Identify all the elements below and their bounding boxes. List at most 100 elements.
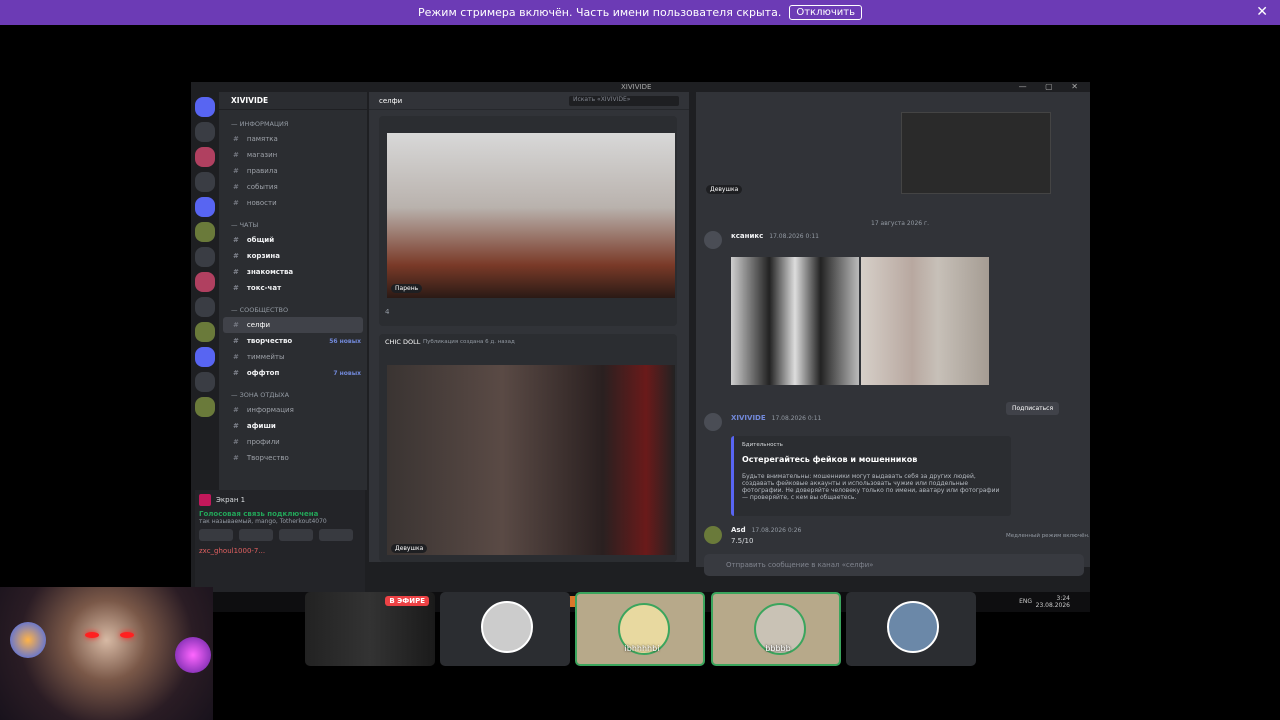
shared-screen[interactable]: XIVIVIDE — ▢ ✕ XIVIVIDE — ИНФОРМАЦИЯ # па…	[191, 82, 1090, 612]
thread-header	[696, 92, 1090, 110]
close-icon[interactable]: ✕	[1256, 4, 1268, 20]
feed-header: селфи Искать «XIVIVIDE»	[369, 92, 689, 110]
avatar[interactable]	[704, 231, 722, 249]
server-icon[interactable]	[195, 222, 215, 242]
date-divider: 17 августа 2026 г.	[871, 220, 930, 227]
channel-sidebar: XIVIVIDE — ИНФОРМАЦИЯ # памятка # магазин …	[219, 92, 367, 490]
webcam-tile[interactable]	[0, 587, 213, 720]
channel-item[interactable]: # оффтоп 7 новых	[219, 365, 367, 381]
streamer-mode-banner: Режим стримера включён. Часть имени поль…	[0, 0, 1280, 25]
subscribe-button[interactable]: Подписаться	[1006, 402, 1060, 415]
server-icon[interactable]	[195, 297, 215, 317]
participant-tile[interactable]	[846, 592, 976, 666]
window-title: XIVIVIDE	[621, 83, 652, 91]
clock[interactable]: 3:24 23.08.2026	[1036, 595, 1070, 609]
channel-item[interactable]: # события	[219, 179, 367, 195]
channel-item[interactable]: # токс-чат	[219, 280, 367, 296]
category-community[interactable]: — СООБЩЕСТВО	[231, 306, 367, 314]
message-attachments[interactable]	[731, 257, 989, 385]
avatar[interactable]	[704, 526, 722, 544]
post-published: Публикация создана 6 д. назад	[423, 339, 515, 345]
participant-name: bbbbb	[765, 644, 791, 653]
message-input[interactable]: Отправить сообщение в канал «селфи»	[704, 554, 1084, 576]
stream-preview-tile[interactable]: В ЭФИРЕ	[305, 592, 435, 666]
server-icon[interactable]	[195, 372, 215, 392]
channel-item[interactable]: # профили	[219, 434, 367, 450]
post-image[interactable]	[387, 133, 675, 298]
embed-title: Остерегайтесь фейков и мошенников	[742, 455, 918, 464]
voice-panel: Экран 1 Голосовая связь подключена так н…	[195, 490, 365, 595]
channel-title: селфи	[379, 96, 403, 105]
message-text: 7.5/10	[731, 537, 754, 545]
server-icon[interactable]	[195, 197, 215, 217]
channel-item[interactable]: # тиммейты	[219, 349, 367, 365]
language-indicator[interactable]: ENG	[1019, 598, 1032, 605]
forum-post[interactable]: CHIC DOLL Публикация создана 6 д. назад …	[379, 334, 677, 562]
banner-text: Режим стримера включён. Часть имени поль…	[418, 6, 782, 19]
post-author[interactable]: CHIC DOLL	[385, 338, 420, 346]
channel-item[interactable]: # общий	[219, 232, 367, 248]
forum-feed: селфи Искать «XIVIVIDE» Парень 4 CHIC DO…	[369, 92, 689, 562]
channel-item[interactable]: # знакомства	[219, 264, 367, 280]
message-header: Asd 17.08.2026 0:26	[731, 526, 802, 534]
participant-tile-speaking[interactable]: ibhhhhbi	[575, 592, 705, 666]
category-chill[interactable]: — ЗОНА ОТДЫХА	[231, 391, 367, 399]
soundboard-button[interactable]	[319, 529, 353, 541]
server-icon[interactable]	[195, 322, 215, 342]
stream-stage: XIVIVIDE — ▢ ✕ XIVIVIDE — ИНФОРМАЦИЯ # па…	[0, 25, 1280, 720]
reaction-count[interactable]: 4	[385, 308, 389, 316]
category-info[interactable]: — ИНФОРМАЦИЯ	[231, 120, 367, 128]
channel-item-selected[interactable]: # селфи	[223, 317, 363, 333]
server-icon[interactable]	[195, 397, 215, 417]
server-icon[interactable]	[195, 347, 215, 367]
channel-item[interactable]: # новости	[219, 195, 367, 211]
stream-thumbnail	[901, 112, 1051, 194]
channel-item[interactable]: # правила	[219, 163, 367, 179]
channel-item[interactable]: # информация	[219, 402, 367, 418]
server-name[interactable]: XIVIVIDE	[219, 92, 367, 110]
screen-share-button[interactable]	[239, 529, 273, 541]
embed-text: Будьте внимательны: мошенники могут выда…	[742, 473, 1000, 501]
server-icon[interactable]	[195, 272, 215, 292]
current-username[interactable]: zxc_ghoul1000-7...	[199, 547, 361, 555]
orb-left	[10, 622, 46, 658]
post-tag[interactable]: Парень	[391, 284, 423, 293]
server-icon[interactable]	[195, 172, 215, 192]
server-icon[interactable]	[195, 147, 215, 167]
voice-connected[interactable]: Голосовая связь подключена	[199, 510, 361, 518]
activity-button[interactable]	[279, 529, 313, 541]
channel-item[interactable]: # творчество 56 новых	[219, 333, 367, 349]
post-tag[interactable]: Девушка	[391, 544, 428, 553]
forum-post[interactable]: Парень 4	[379, 116, 677, 326]
channel-item[interactable]: # корзина	[219, 248, 367, 264]
server-icon[interactable]	[195, 122, 215, 142]
live-badge: В ЭФИРЕ	[385, 596, 429, 606]
thread-panel: Девушка 17 августа 2026 г. ксаникс 17.08.…	[696, 92, 1090, 576]
channel-item[interactable]: # афиши	[219, 418, 367, 434]
window-titlebar: XIVIVIDE — ▢ ✕	[191, 82, 1090, 92]
channel-item[interactable]: # магазин	[219, 147, 367, 163]
participant-name: ibhhhhbi	[624, 644, 660, 653]
window-controls[interactable]: — ▢ ✕	[1019, 82, 1086, 91]
channel-item[interactable]: # Творчество	[219, 450, 367, 466]
attachment-image[interactable]	[861, 257, 989, 385]
warning-embed: Бдительность Остерегайтесь фейков и моше…	[731, 436, 1011, 516]
search-input[interactable]: Искать «XIVIVIDE»	[569, 95, 679, 106]
home-icon[interactable]	[195, 97, 215, 117]
bot-avatar[interactable]	[704, 413, 722, 431]
webcam-eye	[120, 632, 134, 638]
category-chats[interactable]: — ЧАТЫ	[231, 221, 367, 229]
participant-tile-speaking[interactable]: bbbbb	[711, 592, 841, 666]
orb-right	[175, 637, 211, 673]
bot-message-header: XIVIVIDE 17.08.2026 0:11	[731, 414, 822, 422]
disable-streamer-mode-button[interactable]: Отключить	[789, 5, 862, 20]
channel-item[interactable]: # памятка	[219, 131, 367, 147]
voice-participants: так называемый, mango, Totherkout4070	[199, 518, 327, 525]
participant-tile[interactable]	[440, 592, 570, 666]
embed-caption: Бдительность	[742, 442, 783, 448]
attachment-image[interactable]	[731, 257, 859, 385]
post-image[interactable]	[387, 365, 675, 555]
thread-tag[interactable]: Девушка	[706, 185, 743, 194]
server-icon[interactable]	[195, 247, 215, 267]
camera-button[interactable]	[199, 529, 233, 541]
